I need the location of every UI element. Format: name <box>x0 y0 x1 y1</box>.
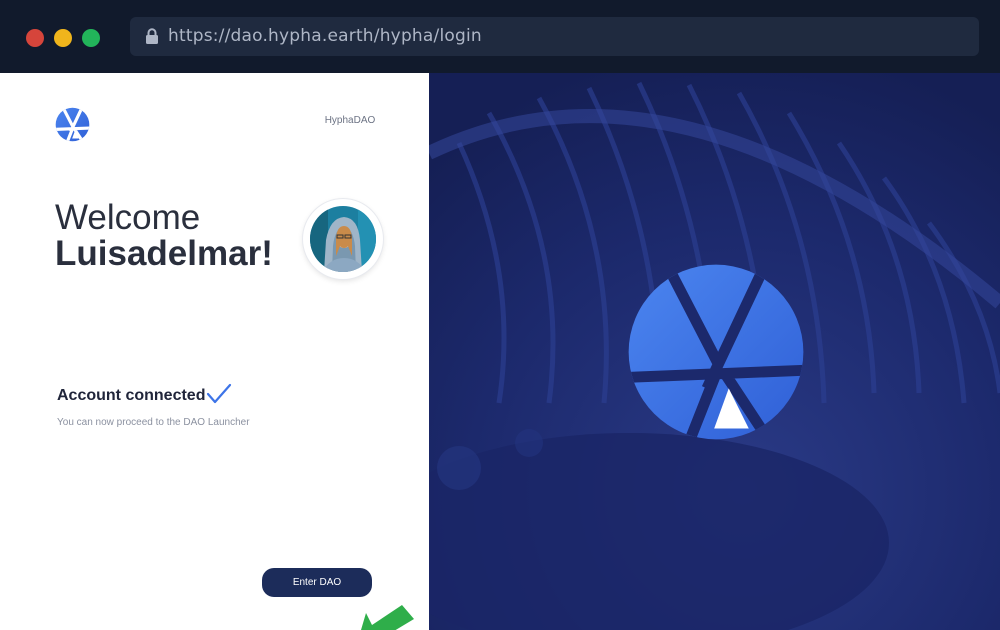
lock-icon <box>146 28 158 44</box>
address-bar[interactable]: https://dao.hypha.earth/hypha/login <box>130 17 979 56</box>
login-panel: HyphaDAO Welcome Luisadelmar! Account co… <box>0 73 429 630</box>
arrow-icon <box>361 605 414 630</box>
close-window-button[interactable] <box>26 29 44 47</box>
hypha-logo-icon[interactable] <box>55 107 90 142</box>
minimize-window-button[interactable] <box>54 29 72 47</box>
account-connected-title: Account connected <box>57 387 206 404</box>
dao-name: HyphaDAO <box>324 115 376 126</box>
account-connected-subtitle: You can now proceed to the DAO Launcher <box>57 417 250 428</box>
check-icon <box>206 383 232 404</box>
browser-chrome: https://dao.hypha.earth/hypha/login <box>0 0 1000 73</box>
url-text[interactable]: https://dao.hypha.earth/hypha/login <box>168 26 482 46</box>
avatar-image <box>310 206 376 272</box>
welcome-heading: Welcome <box>55 198 201 237</box>
username-heading: Luisadelmar! <box>55 234 273 273</box>
hero-panel <box>429 73 1000 630</box>
hypha-logo-large-icon <box>628 264 804 440</box>
maximize-window-button[interactable] <box>82 29 100 47</box>
enter-dao-button[interactable]: Enter DAO <box>262 568 372 597</box>
avatar[interactable] <box>303 199 383 279</box>
